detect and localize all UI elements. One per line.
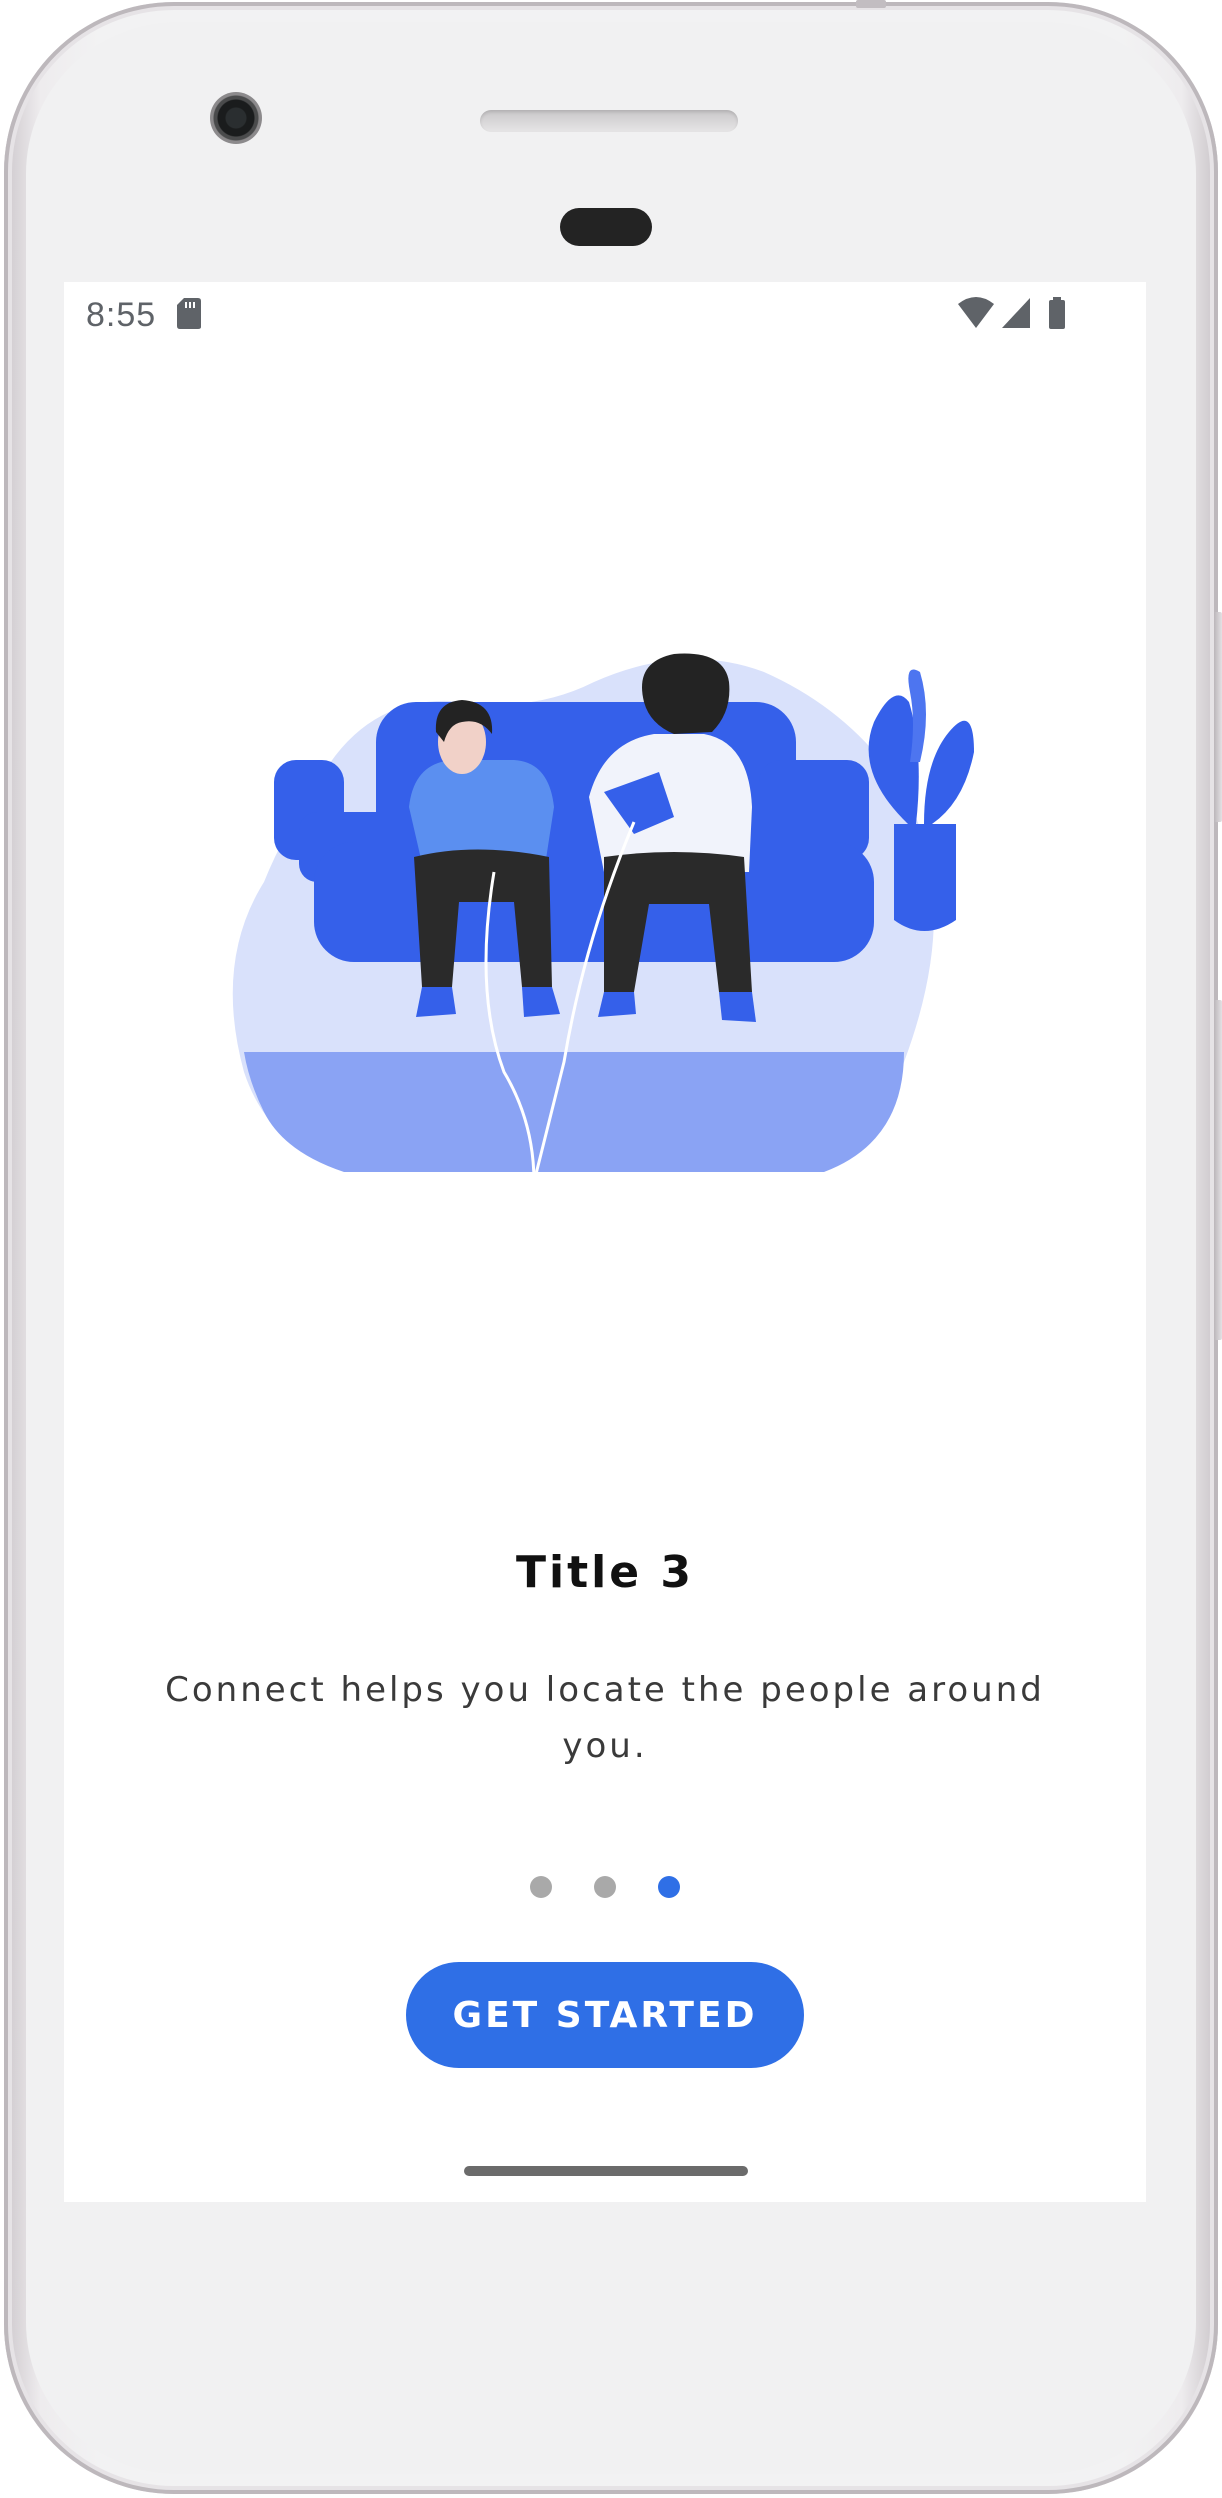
floor [244,1052,904,1172]
page-indicator [64,1876,1146,1900]
home-indicator[interactable] [464,2166,748,2176]
wifi-icon [958,297,994,328]
get-started-button[interactable]: GET STARTED [406,1962,804,2068]
volume-button [1214,1000,1222,1340]
power-button [1214,612,1222,822]
page-dot-1[interactable] [530,1876,552,1898]
status-bar: 8:55 [64,282,1146,350]
status-right-icons [958,297,1065,329]
page-dot-2[interactable] [594,1876,616,1898]
couch-illustration [232,653,974,1183]
proximity-sensor [560,208,652,246]
battery-icon [1049,297,1065,329]
front-camera [210,92,262,144]
device-mockup: 8:55 Title 3 Connect helps you locate th… [0,0,1222,2498]
page-title: Title 3 [516,1547,694,1598]
screen: 8:55 Title 3 Connect helps you locate th… [64,282,1146,2202]
top-button [856,0,886,8]
sd-card-icon [177,298,201,329]
earpiece-speaker [480,110,738,132]
cell-signal-icon [1002,298,1030,328]
status-time: 8:55 [86,296,157,334]
page-description: Connect helps you locate the people arou… [165,1670,1045,1766]
page-dot-3-active[interactable] [658,1876,680,1898]
